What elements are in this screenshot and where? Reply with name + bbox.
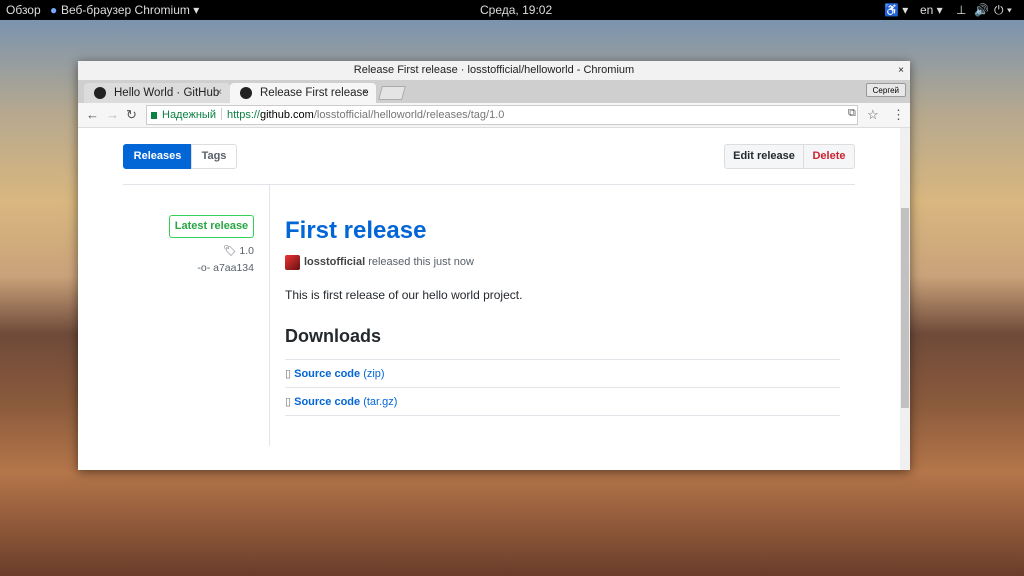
github-icon [94,87,106,99]
secure-label: Надежный [162,109,216,121]
scrollbar-thumb[interactable] [901,208,909,408]
browser-window: Release First release · losstofficial/he… [78,61,910,470]
app-menu[interactable]: Веб-браузер Chromium ▾ [61,3,199,17]
forward-icon[interactable]: → [106,107,119,122]
tag-icon: 🏷︎ [223,245,240,257]
volume-icon[interactable]: 🔊 [974,3,989,17]
profile-button[interactable]: Сергей [865,83,906,97]
power-icon[interactable]: ⏻ ▾ [994,3,1012,18]
back-icon[interactable]: ← [86,107,99,122]
author-link[interactable]: losstofficial [304,256,365,268]
tab-label: Hello World · GitHub [114,87,220,99]
asset-ext: (zip) [363,368,385,380]
commit-icon: -o- [197,262,214,274]
close-window-button[interactable]: × [898,61,904,80]
commit-link[interactable]: -o- a7aa134 [197,262,254,274]
release-body: This is first release of our hello world… [285,288,523,302]
tab-close-icon[interactable]: × [216,83,222,103]
release-time: released this just now [368,256,474,268]
new-tab-button[interactable] [378,86,406,100]
zip-file-icon: ▯ [285,396,295,408]
asset-targz[interactable]: ▯ Source code (tar.gz) [285,395,397,408]
divider [269,184,270,446]
menu-icon[interactable]: ⋮ [892,107,905,123]
tab-strip: Hello World · GitHub × Release First rel… [78,80,910,103]
asset-ext: (tar.gz) [363,396,398,408]
divider [123,184,855,185]
tab-close-icon[interactable]: × [362,83,368,103]
releases-tab[interactable]: Releases [123,144,192,169]
clock[interactable]: Среда, 19:02 [480,3,552,17]
tab-hello-world[interactable]: Hello World · GitHub × [84,83,230,103]
asset-name: Source code [294,396,361,408]
reload-icon[interactable]: ↻ [126,107,137,123]
accessibility-icon[interactable]: ♿ ▾ [884,3,908,17]
author-avatar[interactable] [285,255,300,270]
asset-zip[interactable]: ▯ Source code (zip) [285,367,385,380]
tags-tab[interactable]: Tags [191,144,237,169]
bookmark-star-icon[interactable]: ☆ [867,107,879,123]
translate-icon[interactable]: ⧉ [848,107,856,120]
zip-file-icon: ▯ [285,368,295,380]
url-path: /losstofficial/helloworld/releases/tag/1… [313,109,505,121]
latest-release-badge: Latest release [169,215,254,238]
github-icon [240,87,252,99]
title-bar: Release First release · losstofficial/he… [78,61,910,80]
window-title: Release First release · losstofficial/he… [353,64,635,76]
lock-icon [151,112,157,119]
scrollbar[interactable] [900,128,910,470]
toolbar: ← → ↻ Надежный https://github.com/losstof… [78,103,910,128]
network-icon[interactable]: ⊥ [956,3,966,17]
url-host: github.com [260,109,314,121]
tag-label: 1.0 [239,245,254,257]
app-icon: ● [50,3,58,17]
delete-button[interactable]: Delete [803,144,855,169]
tab-release[interactable]: Release First release × [230,83,376,103]
downloads-heading: Downloads [285,326,382,346]
overview-button[interactable]: Обзор [6,3,41,17]
release-title[interactable]: First release [285,217,426,245]
asset-name: Source code [294,368,361,380]
url-scheme: https:// [226,109,260,121]
language-menu[interactable]: en ▾ [920,3,943,17]
system-top-bar: Обзор ● Веб-браузер Chromium ▾ Среда, 19… [0,0,1024,20]
tab-label: Release First release [260,87,369,99]
tag-link[interactable]: 🏷︎ 1.0 [223,244,254,257]
commit-label: a7aa134 [213,262,254,274]
edit-release-button[interactable]: Edit release [724,144,804,169]
address-bar[interactable]: Надежный https://github.com/losstofficial… [146,105,858,125]
page-content: Releases Tags Edit release Delete Latest… [78,128,900,470]
